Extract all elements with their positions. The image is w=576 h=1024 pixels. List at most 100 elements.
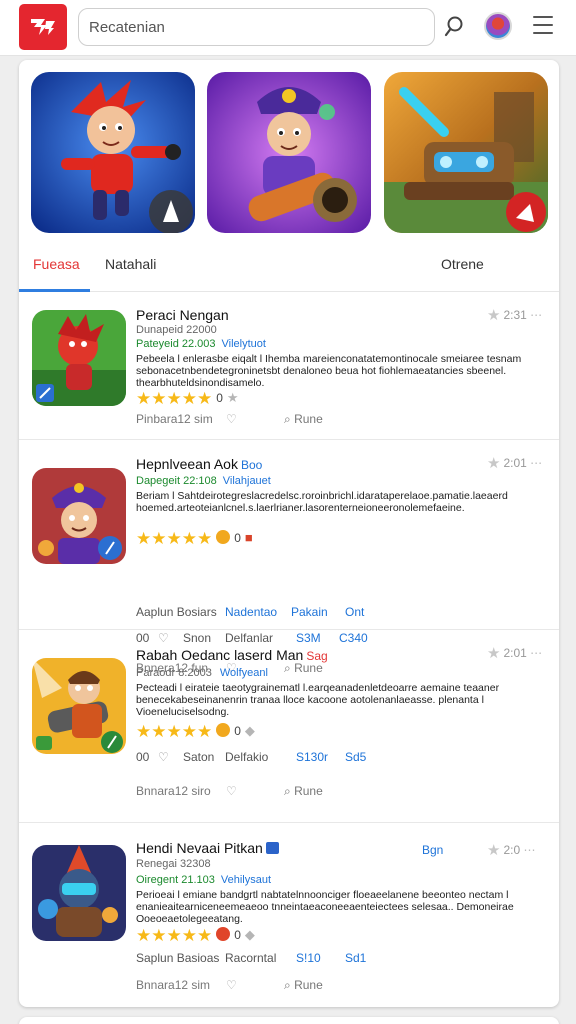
list-item[interactable]: Rabah Oedanc laserd Man Sag Paraodr 8:200… xyxy=(19,630,559,823)
action-link[interactable]: Nadentao xyxy=(225,605,277,619)
rating-value: 2:01 xyxy=(503,456,527,470)
stat-value: 00 xyxy=(136,750,150,764)
coin-icon xyxy=(216,723,231,737)
share-link[interactable]: ⌕ Rune xyxy=(284,784,323,799)
share-link[interactable]: ⌕ Rune xyxy=(284,978,323,993)
share-link[interactable]: ⌕ Rune xyxy=(284,412,323,427)
police-cannon-illustration xyxy=(207,72,371,233)
featured-banner-3[interactable] xyxy=(384,72,548,233)
more-dots-icon[interactable]: ⋯ xyxy=(530,456,542,470)
gem-icon[interactable]: ◆ xyxy=(245,927,255,942)
more-link[interactable]: Bgn xyxy=(422,843,443,857)
app-icon-3 xyxy=(32,658,126,754)
share-label: Rune xyxy=(294,412,323,426)
tab-fueasa[interactable]: Fueasa xyxy=(33,256,80,272)
app-title[interactable]: Rabah Oedanc laserd Man Sag xyxy=(136,647,328,663)
app-rating-right: ★ 2:31 ⋯ xyxy=(487,306,542,324)
app-description: Perioeai l emiane bandgrtl nabtatelnnoon… xyxy=(136,889,514,925)
robot-blaster-illustration xyxy=(384,72,548,233)
like-icon[interactable]: ♡ xyxy=(226,978,237,992)
rating-value: 2:0 xyxy=(503,843,521,857)
like-icon[interactable]: ♡ xyxy=(226,412,237,426)
list-item[interactable]: Hendi Nevaai Pitkan Bgn Renegai 32308 Oi… xyxy=(19,823,559,1007)
like-icon[interactable]: ♡ xyxy=(226,784,237,798)
app-size: Pinbara12 sim xyxy=(136,412,213,426)
app-icon-1 xyxy=(32,310,126,406)
app-rating-right: ★ 2:0 ⋯ xyxy=(487,841,535,859)
action-link[interactable]: S!10 xyxy=(296,951,321,965)
action-link[interactable]: Saplun Basioas xyxy=(136,951,219,965)
action-link[interactable]: Racorntal xyxy=(225,951,276,965)
rating-value: 2:31 xyxy=(503,308,527,322)
app-title[interactable]: Hendi Nevaai Pitkan xyxy=(136,840,279,856)
coin-icon xyxy=(216,927,231,941)
next-card xyxy=(19,1017,559,1024)
app-developer[interactable]: Vilahjauet xyxy=(223,475,271,487)
rating-stars: ★★★★★ xyxy=(136,529,213,548)
more-dots-icon[interactable]: ⋯ xyxy=(530,308,542,322)
app-developer[interactable]: Vehilysaut xyxy=(221,874,271,886)
featured-banner-1[interactable] xyxy=(31,72,195,233)
category-tabs: Fueasa Natahali Otrene xyxy=(19,246,559,292)
rating-count: 0 xyxy=(234,928,241,942)
app-release: Dapegeit 22:108 xyxy=(136,475,217,487)
verified-icon xyxy=(265,842,279,854)
menu-icon[interactable] xyxy=(533,16,553,34)
app-rating-right: ★ 2:01 ⋯ xyxy=(487,644,542,662)
rating-value: 2:01 xyxy=(503,646,527,660)
more-dots-icon[interactable]: ⋯ xyxy=(530,646,542,660)
star-icon: ★ xyxy=(487,455,501,472)
tab-natahali[interactable]: Natahali xyxy=(105,256,156,272)
avatar[interactable] xyxy=(484,12,512,40)
action-link[interactable]: Sd1 xyxy=(345,951,366,965)
active-tab-indicator xyxy=(19,289,90,292)
tab-otrene[interactable]: Otrene xyxy=(441,256,484,272)
app-meta-secondary: Renegai 32308 xyxy=(136,858,211,870)
app-size: Bnnara12 siro xyxy=(136,784,211,798)
gift-icon[interactable]: ■ xyxy=(245,530,253,545)
star-icon: ★ xyxy=(487,842,501,859)
stat-link[interactable]: S130r xyxy=(296,750,328,764)
app-logo[interactable] xyxy=(19,4,67,50)
app-title[interactable]: Peraci Nengan xyxy=(136,307,229,323)
app-title[interactable]: Hepnlveean Aok Boo xyxy=(136,456,262,472)
action-link[interactable]: Pakain xyxy=(291,605,328,619)
stat-label: Delfakio xyxy=(225,750,269,764)
app-release: Oiregent 21.103 xyxy=(136,874,215,886)
app-description: Pecteadi l eirateie taeotygrainematl l.e… xyxy=(136,682,500,718)
star-icon: ★ xyxy=(487,307,501,324)
app-meta-secondary: Dunapeid 22000 xyxy=(136,324,217,336)
featured-banner-2[interactable] xyxy=(207,72,371,233)
action-link[interactable]: Aaplun Bosiars xyxy=(136,605,217,619)
share-label: Rune xyxy=(294,978,323,992)
list-item[interactable]: Hepnlveean Aok Boo Dapegeit 22:108 Vilahja… xyxy=(19,440,559,675)
app-title-text: Hepnlveean Aok xyxy=(136,456,238,472)
stat-label: Saton xyxy=(183,750,215,764)
star-rating: ★★★★★ 0 ■ xyxy=(136,529,253,549)
search-input[interactable] xyxy=(78,8,435,46)
app-release: Paraodr 8:2003 xyxy=(136,667,212,679)
app-title-text: Hendi Nevaai Pitkan xyxy=(136,840,263,856)
more-dots-icon[interactable]: ⋯ xyxy=(523,843,535,857)
app-icon-4 xyxy=(32,845,126,941)
app-developer[interactable]: Wolfyeanl xyxy=(220,667,268,679)
rating-count: 0 xyxy=(234,531,241,545)
app-description: Beriam l Sahtdeirotegreslacredelsc.roroi… xyxy=(136,490,508,514)
coin-icon xyxy=(216,530,231,544)
list-item[interactable]: Peraci Nengan Dunapeid 22000 Pateyeid 22… xyxy=(19,293,559,440)
app-developer[interactable]: Vilelytuot xyxy=(222,338,266,350)
rating-stars: ★★★★★ xyxy=(136,389,213,408)
gem-icon[interactable]: ◆ xyxy=(245,723,255,738)
rating-count: 0 xyxy=(234,724,241,738)
like-icon[interactable]: ♡ xyxy=(158,750,169,764)
search-icon[interactable] xyxy=(443,15,465,39)
top-bar xyxy=(0,0,576,56)
app-meta-primary: Dapegeit 22:108 Vilahjauet xyxy=(136,475,271,487)
favorite-icon[interactable]: ★ xyxy=(227,390,239,405)
app-size: Bnnara12 sim xyxy=(136,978,211,992)
main-card: Fueasa Natahali Otrene Peraci Nengan Dun… xyxy=(19,60,559,1007)
app-icon-2 xyxy=(32,468,126,564)
app-meta-primary: Pateyeid 22.003 Vilelytuot xyxy=(136,338,266,350)
action-link[interactable]: Ont xyxy=(345,605,364,619)
stat-link[interactable]: Sd5 xyxy=(345,750,366,764)
